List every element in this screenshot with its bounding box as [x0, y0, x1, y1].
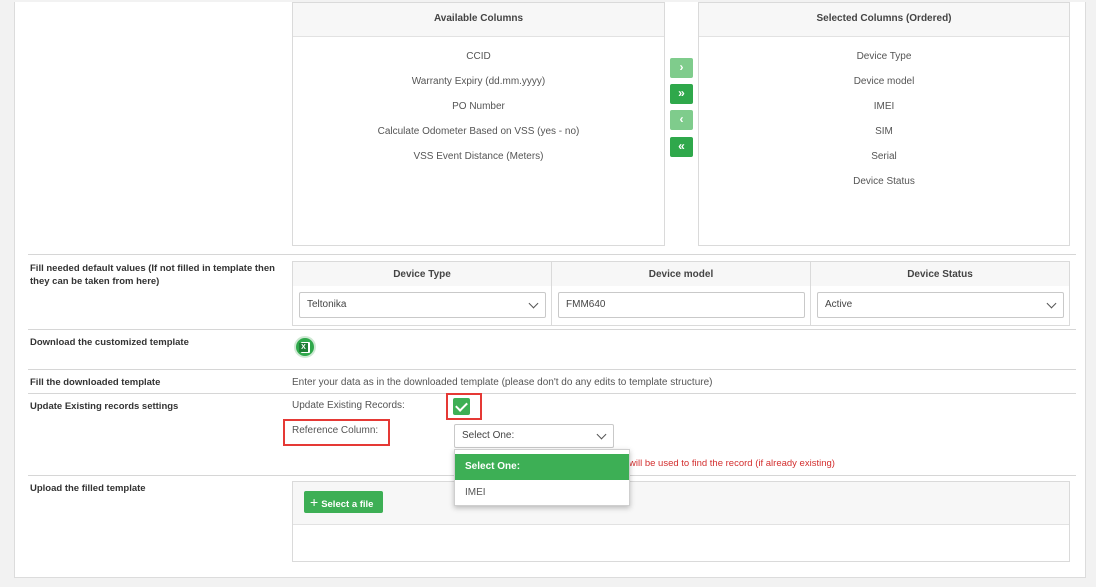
move-left-button[interactable]: ‹ — [670, 110, 693, 130]
upload-label: Upload the filled template — [30, 483, 146, 494]
reference-column-label: Reference Column: — [292, 425, 379, 436]
available-column-item[interactable]: CCID — [293, 44, 664, 69]
excel-icon[interactable]: X — [294, 336, 316, 358]
update-existing-label: Update Existing Records: — [292, 400, 405, 411]
selected-columns-panel: Selected Columns (Ordered) Device Type D… — [698, 2, 1070, 246]
selected-column-item[interactable]: SIM — [699, 119, 1069, 144]
available-columns-panel: Available Columns CCID Warranty Expiry (… — [292, 2, 665, 246]
fill-hint: Enter your data as in the downloaded tem… — [292, 377, 713, 388]
selected-columns-title: Selected Columns (Ordered) — [699, 3, 1069, 37]
move-all-left-button[interactable]: « — [670, 137, 693, 157]
available-column-item[interactable]: VSS Event Distance (Meters) — [293, 144, 664, 169]
update-settings-label: Update Existing records settings — [30, 401, 179, 412]
reference-column-value: Select One: — [462, 430, 515, 441]
chevron-down-icon — [596, 429, 607, 440]
chevron-down-icon — [528, 298, 539, 309]
fill-label: Fill the downloaded template — [30, 377, 161, 388]
available-column-item[interactable]: PO Number — [293, 94, 664, 119]
reference-column-select[interactable]: Select One: — [454, 424, 614, 448]
plus-icon: + — [310, 494, 319, 510]
selected-column-item[interactable]: IMEI — [699, 94, 1069, 119]
chevron-left-icon: ‹ — [679, 112, 684, 126]
selected-columns-list[interactable]: Device Type Device model IMEI SIM Serial… — [699, 37, 1069, 194]
reference-column-dropdown[interactable]: Select One: IMEI — [454, 449, 630, 506]
device-type-value: Teltonika — [307, 299, 347, 310]
upload-panel — [292, 481, 1070, 562]
chevron-down-icon — [1046, 298, 1057, 309]
download-label: Download the customized template — [30, 337, 189, 348]
available-column-item[interactable]: Calculate Odometer Based on VSS (yes - n… — [293, 119, 664, 144]
device-model-value: FMM640 — [566, 299, 606, 310]
divider — [28, 369, 1076, 370]
device-status-value: Active — [825, 299, 853, 310]
checkmark-icon — [455, 399, 468, 412]
double-chevron-left-icon: « — [678, 139, 685, 153]
selected-column-item[interactable]: Serial — [699, 144, 1069, 169]
divider — [28, 393, 1076, 394]
dropdown-option-select-one[interactable]: Select One: — [455, 454, 629, 480]
divider — [28, 254, 1076, 255]
dropdown-option-imei[interactable]: IMEI — [455, 480, 629, 506]
device-model-input[interactable]: FMM640 — [558, 292, 805, 318]
available-column-item[interactable]: Warranty Expiry (dd.mm.yyyy) — [293, 69, 664, 94]
move-all-right-button[interactable]: » — [670, 84, 693, 104]
selected-column-item[interactable]: Device Type — [699, 44, 1069, 69]
selected-column-item[interactable]: Device model — [699, 69, 1069, 94]
move-right-button[interactable]: › — [670, 58, 693, 78]
defaults-label: Fill needed default values (If not fille… — [30, 263, 275, 287]
selected-column-item[interactable]: Device Status — [699, 169, 1069, 194]
device-type-header: Device Type — [292, 261, 552, 287]
device-type-select[interactable]: Teltonika — [299, 292, 546, 318]
double-chevron-right-icon: » — [678, 86, 685, 100]
upload-panel-header — [293, 482, 1069, 525]
device-status-header: Device Status — [810, 261, 1070, 287]
select-file-button[interactable]: + Select a file — [304, 491, 383, 513]
chevron-right-icon: › — [679, 60, 684, 74]
reference-column-hint: will be used to find the record (if alre… — [629, 458, 835, 469]
available-columns-list[interactable]: CCID Warranty Expiry (dd.mm.yyyy) PO Num… — [293, 37, 664, 169]
update-existing-checkbox[interactable] — [453, 398, 470, 415]
available-columns-title: Available Columns — [293, 3, 664, 37]
select-file-label: Select a file — [321, 499, 374, 510]
divider — [28, 329, 1076, 330]
excel-icon-letter: X — [299, 343, 308, 352]
device-status-select[interactable]: Active — [817, 292, 1064, 318]
device-model-header: Device model — [551, 261, 811, 287]
